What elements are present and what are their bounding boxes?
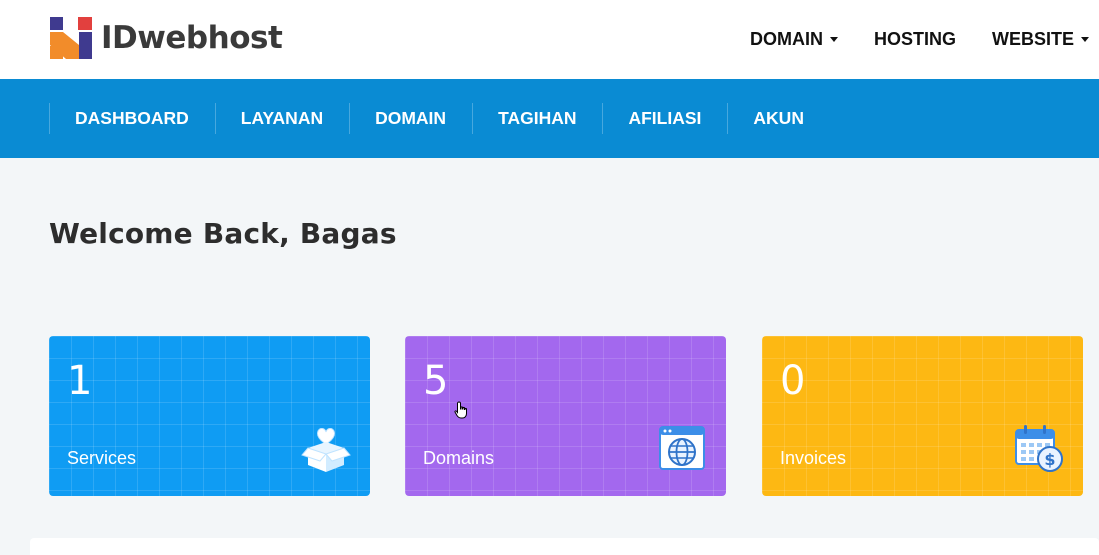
services-label: Services: [67, 448, 137, 468]
main-nav: DASHBOARD LAYANAN DOMAIN TAGIHAN AFILIAS…: [0, 79, 1099, 158]
globe-browser-icon: [656, 422, 708, 474]
topnav-hosting[interactable]: HOSTING: [874, 29, 956, 50]
topnav-domain[interactable]: DOMAIN: [750, 29, 838, 50]
nav-dashboard[interactable]: DASHBOARD: [49, 103, 215, 134]
svg-text:$: $: [1044, 450, 1055, 469]
invoices-count: 0: [780, 358, 806, 404]
topnav-website[interactable]: WEBSITE: [992, 29, 1089, 50]
nav-layanan[interactable]: LAYANAN: [214, 103, 349, 134]
top-header: IDwebhost DOMAIN HOSTING WEBSITE: [0, 0, 1099, 79]
box-heart-icon: [300, 422, 352, 474]
domains-label: Domains: [423, 448, 495, 468]
nav-akun[interactable]: AKUN: [727, 103, 830, 134]
brand-name: IDwebhost: [101, 20, 283, 56]
topnav-website-label: WEBSITE: [991, 29, 1074, 49]
main-nav-list: DASHBOARD LAYANAN DOMAIN TAGIHAN AFILIAS…: [49, 103, 830, 134]
nav-domain[interactable]: DOMAIN: [349, 103, 472, 134]
logo-mark-icon: [50, 17, 92, 59]
brand-logo[interactable]: IDwebhost: [50, 17, 283, 59]
domains-count: 5: [423, 358, 449, 404]
topnav-domain-label: DOMAIN: [749, 29, 823, 49]
chevron-down-icon: [829, 37, 838, 42]
top-nav: DOMAIN HOSTING WEBSITE: [714, 0, 1089, 79]
chevron-down-icon: [1081, 37, 1089, 42]
invoices-card[interactable]: 0 Invoices $: [762, 336, 1083, 496]
topnav-hosting-label: HOSTING: [873, 29, 956, 49]
content-panel: [30, 538, 1099, 555]
services-card[interactable]: 1 Services: [49, 336, 370, 496]
calendar-dollar-icon: $: [1013, 422, 1065, 474]
services-count: 1: [67, 358, 93, 404]
invoices-label: Invoices: [780, 448, 847, 468]
nav-afiliasi[interactable]: AFILIASI: [602, 103, 727, 134]
nav-tagihan[interactable]: TAGIHAN: [472, 103, 602, 134]
hand-pointer-cursor-icon: [454, 401, 470, 419]
page-title: Welcome Back, Bagas: [49, 217, 397, 250]
